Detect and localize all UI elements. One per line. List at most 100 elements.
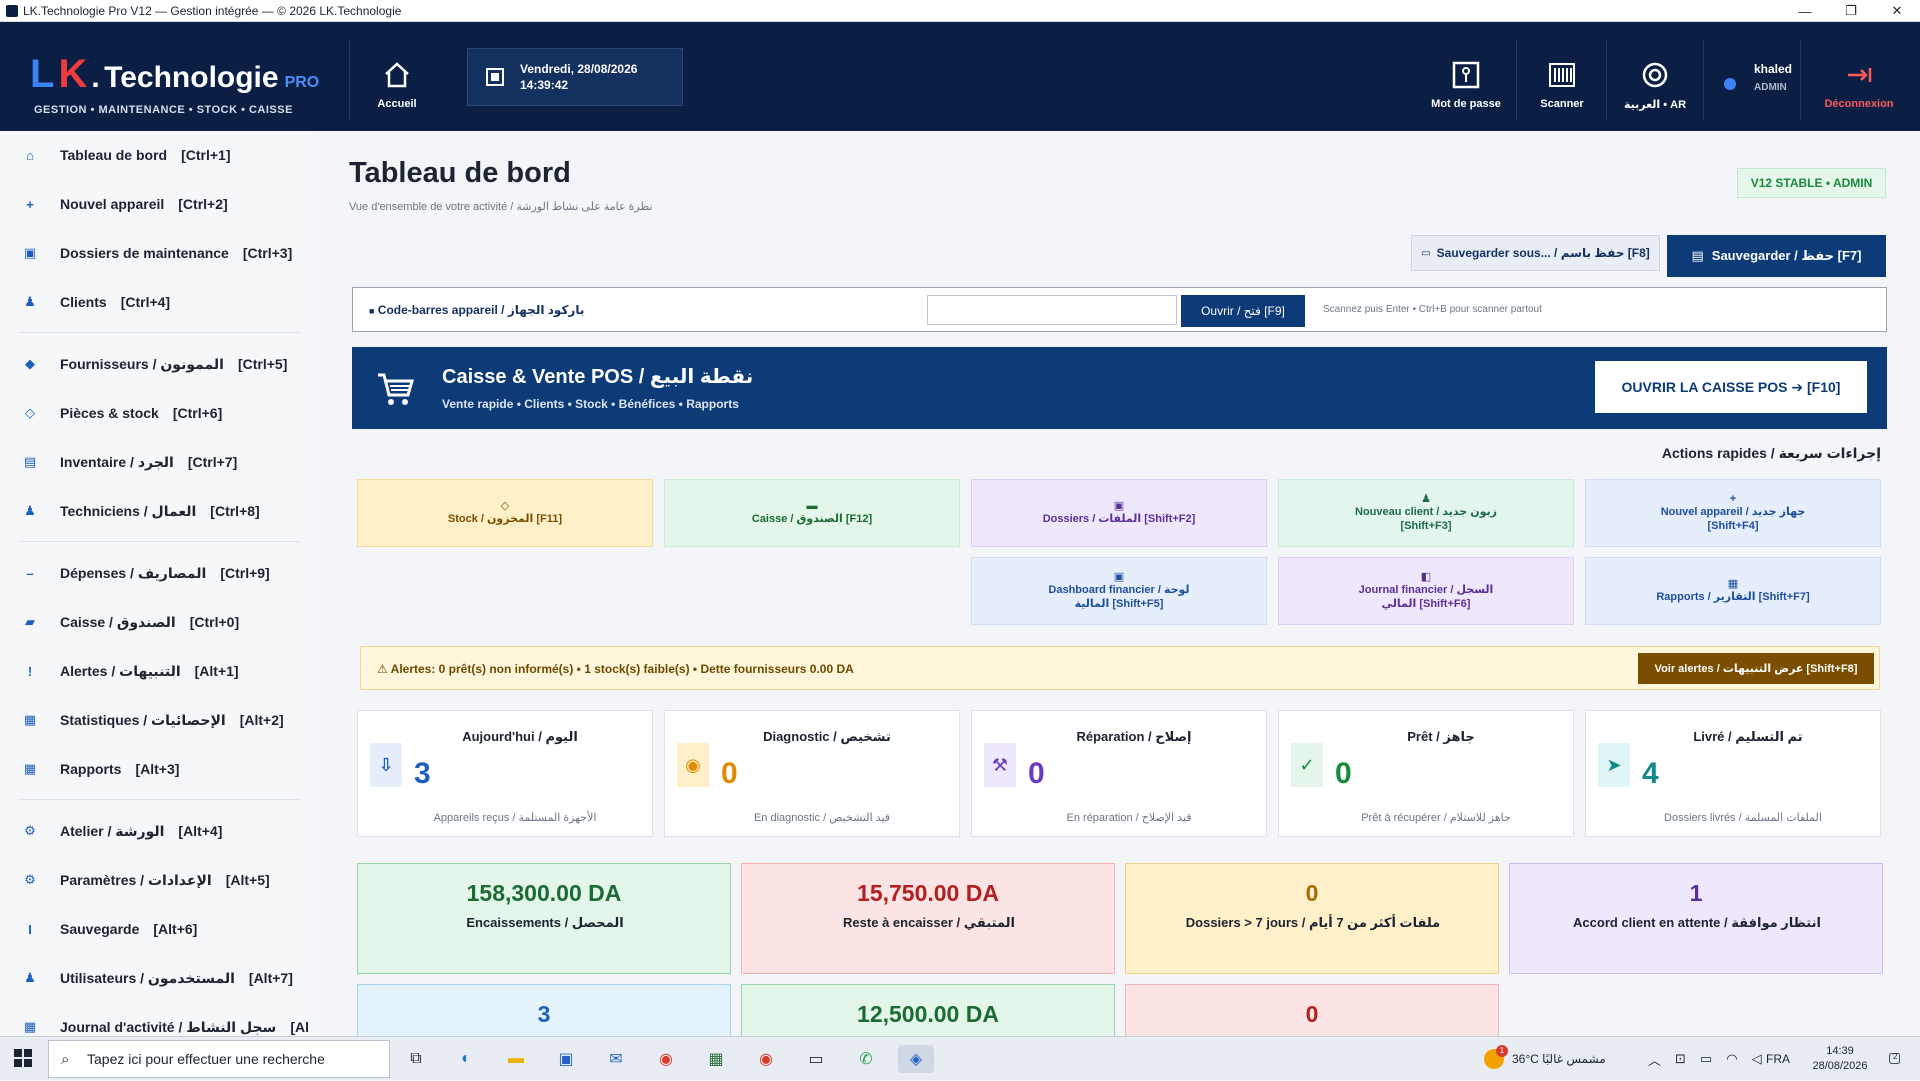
mail-icon[interactable]: ✉	[602, 1045, 630, 1073]
windows-taskbar: ⌕ Tapez ici pour effectuer une recherche …	[0, 1036, 1920, 1080]
weather-widget[interactable]: 1 36°C مشمس غالبًا	[1484, 1037, 1606, 1081]
minimize-button[interactable]: —	[1782, 0, 1828, 22]
scanner-button[interactable]: Scanner	[1530, 54, 1594, 110]
close-button[interactable]: ✕	[1874, 0, 1920, 22]
sidebar-item-technicians[interactable]: ♟ Techniciens / العمال [Ctrl+8]	[0, 491, 318, 531]
taskbar-search[interactable]: ⌕ Tapez ici pour effectuer une recherche	[48, 1040, 390, 1078]
system-tray-icons[interactable]: ︿ ⊡ ▭ ◠ ◁	[1648, 1037, 1762, 1081]
sidebar-item-cash[interactable]: ▰ Caisse / الصندوق [Ctrl+0]	[0, 602, 318, 642]
cash-icon: ▬	[806, 500, 818, 512]
kpi-card-6[interactable]: 12,500.00 DA	[741, 984, 1115, 1036]
sidebar-item-suppliers[interactable]: ◆ Fournisseurs / الممونون [Ctrl+5]	[0, 344, 318, 384]
store-icon[interactable]: ▣	[552, 1045, 580, 1073]
logout-button[interactable]: Déconnexion	[1818, 54, 1900, 110]
sidebar-item-parts-stock[interactable]: ◇ Pièces & stock [Ctrl+6]	[0, 393, 318, 433]
python-app-icon[interactable]: ◈	[898, 1045, 934, 1073]
chrome-icon[interactable]: ◉	[652, 1045, 680, 1073]
start-button[interactable]	[14, 1049, 32, 1072]
language-button[interactable]: العربية • AR	[1618, 54, 1692, 111]
kpi-value: 12,500.00 DA	[857, 1001, 999, 1027]
qa-label: Nouvel appareil / جهاز جديد	[1660, 506, 1806, 518]
chevron-up-icon: ︿	[1648, 1052, 1662, 1068]
save-icon: ▤	[1691, 248, 1704, 263]
kpi-card-5[interactable]: 3	[357, 984, 731, 1036]
qa-dossiers[interactable]: ▣ Dossiers / الملفات [Shift+F2]	[971, 479, 1267, 547]
save-as-button[interactable]: ▭ Sauvegarder sous... / حفظ باسم [F8]	[1411, 235, 1660, 271]
windows-icon	[14, 1049, 32, 1067]
qa-label-2: [Shift+F4]	[1707, 520, 1759, 532]
cart-icon	[378, 373, 414, 405]
kpi-pending-approval[interactable]: 1 Accord client en attente / انتظار موافق…	[1509, 863, 1883, 974]
terminal-icon[interactable]: ▭	[802, 1045, 830, 1073]
tools-icon: ⚒	[984, 743, 1016, 787]
stat-value: 0	[721, 757, 738, 790]
alert-text: ⚠ Alertes: 0 prêt(s) non informé(s) • 1 …	[377, 662, 854, 676]
kpi-collections[interactable]: 158,300.00 DA Encaissements / المحصل	[357, 863, 731, 974]
sidebar-item-expenses[interactable]: – Dépenses / المصاريف [Ctrl+9]	[0, 553, 318, 593]
diamond-icon: ◆	[25, 356, 35, 371]
qa-financial-journal[interactable]: ◧ Journal financier / السجل المالي [Shift+…	[1278, 557, 1574, 625]
open-barcode-button[interactable]: Ouvrir / فتح [F9]	[1181, 295, 1305, 327]
qa-cash[interactable]: ▬ Caisse / الصندوق [F12]	[664, 479, 960, 547]
main-content: Tableau de bord Vue d'ensemble de votre …	[318, 131, 1920, 1036]
barcode-input[interactable]	[927, 295, 1177, 325]
home-button[interactable]: Accueil	[368, 54, 426, 110]
stat-repair[interactable]: Réparation / إصلاح ⚒ 0 En réparation / قيد …	[971, 710, 1267, 837]
stat-ready[interactable]: Prêt / جاهز ✓ 0 Prêt à récupérer / جاهز للا…	[1278, 710, 1574, 837]
maximize-button[interactable]: ❐	[1828, 0, 1874, 22]
minus-icon: –	[26, 565, 34, 581]
key-icon	[1452, 61, 1480, 89]
qa-new-device[interactable]: + Nouvel appareil / جهاز جديد [Shift+F4]	[1585, 479, 1881, 547]
kpi-card-7[interactable]: 0	[1125, 984, 1499, 1036]
qa-financial-dashboard[interactable]: ▣ Dashboard financier / لوحة المالية [Shif…	[971, 557, 1267, 625]
kpi-value: 158,300.00 DA	[466, 880, 622, 906]
user-icon: ♟	[24, 970, 36, 985]
app-logo: LK. Technologie PRO	[30, 52, 320, 96]
taskbar-clock[interactable]: 14:39 28/08/2026	[1800, 1044, 1880, 1074]
sidebar-item-backup[interactable]: I Sauvegarde [Alt+6]	[0, 909, 318, 949]
save-as-icon: ▭	[1421, 247, 1431, 259]
notification-icon[interactable]: ▢ 2	[1888, 1049, 1901, 1066]
view-alerts-button[interactable]: Voir alertes / عرض التنبيهات [Shift+F8]	[1638, 653, 1874, 684]
whatsapp-icon[interactable]: ✆	[852, 1045, 880, 1073]
sidebar-item-reports[interactable]: ▦ Rapports [Alt+3]	[0, 749, 318, 789]
stat-delivered[interactable]: Livré / تم التسليم ➤ 4 Dossiers livrés / ال…	[1585, 710, 1881, 837]
qa-new-client[interactable]: ♟ Nouveau client / زبون جديد [Shift+F3]	[1278, 479, 1574, 547]
sidebar-item-maintenance[interactable]: ▣ Dossiers de maintenance [Ctrl+3]	[0, 233, 318, 273]
qa-reports[interactable]: ▦ Rapports / التقارير [Shift+F7]	[1585, 557, 1881, 625]
open-pos-button[interactable]: OUVRIR LA CAISSE POS ➔ [F10]	[1595, 361, 1867, 413]
save-button[interactable]: ▤ Sauvegarder / حفظ [F7]	[1667, 235, 1886, 277]
stat-diagnostic[interactable]: Diagnostic / تشخيص ◉ 0 En diagnostic / قيد …	[664, 710, 960, 837]
task-view-icon[interactable]: ⧉	[402, 1045, 430, 1073]
sidebar-item-dashboard[interactable]: ⌂ Tableau de bord [Ctrl+1]	[0, 135, 318, 175]
plus-icon: +	[26, 196, 34, 212]
sidebar-item-users[interactable]: ♟ Utilisateurs / المستخدمون [Alt+7]	[0, 958, 318, 998]
alert-icon: !	[27, 663, 33, 679]
calendar-icon	[486, 68, 504, 86]
password-button[interactable]: Mot de passe	[1426, 54, 1506, 110]
sidebar-item-settings[interactable]: ⚙ Paramètres / الإعدادات [Alt+5]	[0, 860, 318, 900]
pos-title: Caisse & Vente POS / نقطة البيع	[442, 366, 754, 388]
qa-stock[interactable]: ◇ Stock / المخزون [F11]	[357, 479, 653, 547]
gear-icon: ⚙	[24, 823, 36, 838]
pos-subtitle: Vente rapide • Clients • Stock • Bénéfic…	[442, 397, 739, 411]
stat-value: 0	[1028, 757, 1045, 790]
sidebar-item-alerts[interactable]: ! Alertes / التنبيهات [Alt+1]	[0, 651, 318, 691]
kpi-remaining[interactable]: 15,750.00 DA Reste à encaisser / المتبقي	[741, 863, 1115, 974]
sidebar-item-new-device[interactable]: + Nouvel appareil [Ctrl+2]	[0, 184, 318, 224]
user-icon: ♟	[24, 503, 36, 518]
sidebar-item-statistics[interactable]: ▦ Statistiques / الإحصائيات [Alt+2]	[0, 700, 318, 740]
sidebar-item-clients[interactable]: ♟ Clients [Ctrl+4]	[0, 282, 318, 322]
calculator-icon[interactable]: ▦	[702, 1045, 730, 1073]
sidebar-item-workshop[interactable]: ⚙ Atelier / الورشة [Alt+4]	[0, 811, 318, 851]
stat-title: Réparation / إصلاح	[1076, 729, 1192, 744]
kpi-old-dossiers[interactable]: 0 Dossiers > 7 jours / ملفات أكثر من 7 أي…	[1125, 863, 1499, 974]
file-explorer-icon[interactable]: ▬	[502, 1045, 530, 1073]
language-indicator[interactable]: FRA	[1766, 1037, 1790, 1081]
stat-today[interactable]: Aujourd'hui / اليوم ⇩ 3 Appareils reçus / ا…	[357, 710, 653, 837]
edge-icon[interactable]: ◐	[452, 1045, 480, 1073]
sidebar-item-activity-log[interactable]: ▦ Journal d'activité / سجل النشاط [Al	[0, 1007, 318, 1036]
chrome-app-icon[interactable]: ◉	[752, 1045, 780, 1073]
stat-value: 3	[414, 757, 431, 790]
sidebar-item-inventory[interactable]: ▤ Inventaire / الجرد [Ctrl+7]	[0, 442, 318, 482]
